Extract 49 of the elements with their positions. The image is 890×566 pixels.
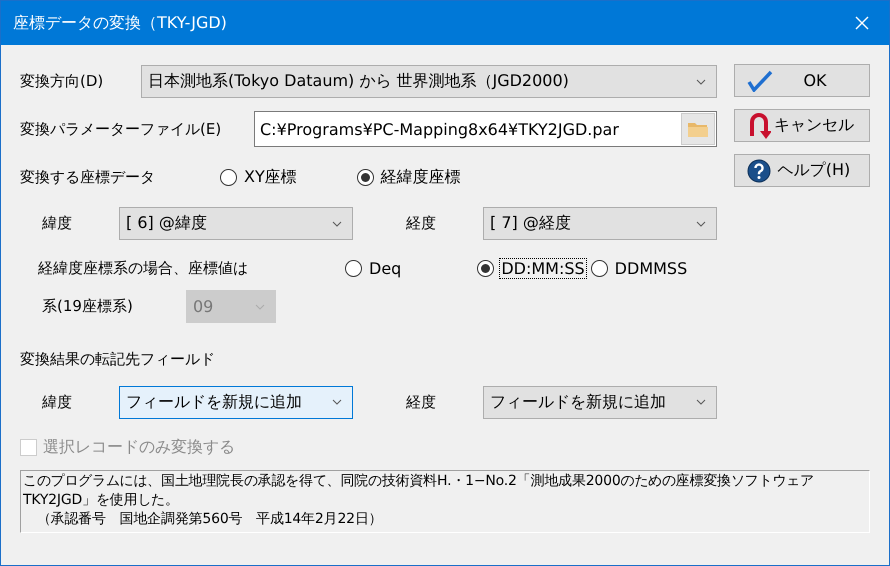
radio-label: DD:MM:SS [499, 258, 587, 278]
checkbox-label: 選択レコードのみ変換する [43, 437, 235, 458]
field-label: 緯度 [42, 214, 73, 233]
checkmark-icon [747, 70, 773, 92]
radio-button[interactable] [345, 260, 362, 276]
field-label: 変換方向(D) [20, 72, 104, 91]
file-path-field[interactable]: C:¥Programs¥PC-Mapping8x64¥TKY2JGD.par [254, 111, 717, 147]
radio-label: Deq [368, 258, 402, 278]
help-icon [747, 158, 771, 182]
chevron-icon [332, 220, 342, 226]
section-label: 変換結果の転記先フィールド [20, 350, 215, 368]
field-label: 系(19座標系) [42, 297, 134, 316]
radio-option[interactable]: DDMMSS [590, 258, 690, 278]
direction-dropdown[interactable]: 日本測地系(Tokyo Dataum) から 世界測地系（JGD2000) [141, 65, 717, 98]
chevron-icon [332, 399, 342, 405]
radio-button[interactable] [590, 260, 608, 276]
field-dropdown[interactable]: フィールドを新規に追加 [119, 386, 353, 418]
field-dropdown[interactable]: フィールドを新規に追加 [483, 386, 717, 418]
ok-button[interactable]: OK [734, 64, 870, 97]
radio-button[interactable] [220, 168, 237, 186]
radio-option[interactable]: 経緯度座標 [356, 166, 463, 188]
field-dropdown[interactable]: [ 6] @緯度 [119, 207, 353, 240]
chevron-icon [696, 399, 706, 405]
close-icon[interactable] [855, 16, 869, 30]
help-button[interactable]: ヘルプ(H) [734, 154, 870, 187]
field-label: 変換する座標データ [20, 168, 156, 186]
notice-text: このプログラムには、国土地理院長の承認を得て、同院の技術資料H.・1−No.2「測地成果2000のための座標変換ソフトウェアTKY2JGD」を使用した。 [23, 472, 815, 510]
window-title: 座標データの変換（TKY-JGD) [13, 12, 227, 34]
folder-icon [687, 120, 709, 138]
chevron-icon [255, 304, 265, 310]
radio-option[interactable]: Deq [345, 258, 404, 278]
chevron-icon [696, 220, 706, 226]
field-label: 経度 [406, 214, 437, 233]
field-label: 変換パラメーターファイル(E) [20, 120, 222, 138]
notice-text: （承認番号 国地企調発第560号 平成14年2月22日） [36, 510, 384, 529]
undo-arrow-icon [747, 112, 771, 140]
field-label: 経緯度座標系の場合、座標値は [38, 258, 249, 278]
radio-label: DDMMSS [614, 258, 688, 278]
radio-button[interactable] [356, 168, 374, 186]
radio-option[interactable]: XY座標 [220, 166, 299, 188]
cancel-button[interactable]: キャンセル [734, 109, 870, 142]
field-label: 経度 [406, 392, 437, 412]
radio-label: 経緯度座標 [380, 166, 462, 188]
chevron-icon [696, 78, 706, 84]
radio-option[interactable]: DD:MM:SS [477, 258, 587, 278]
field-label: 緯度 [42, 392, 73, 412]
field-dropdown[interactable]: [ 7] @経度 [483, 207, 717, 240]
radio-label: XY座標 [243, 166, 298, 188]
radio-button[interactable] [477, 260, 494, 276]
